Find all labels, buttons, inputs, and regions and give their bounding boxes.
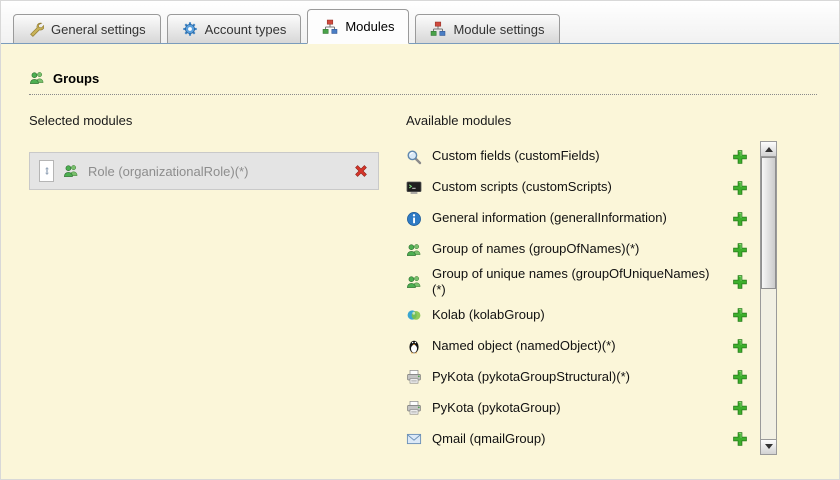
modules-icon <box>322 19 338 35</box>
plus-icon <box>732 307 748 323</box>
scroll-up-button[interactable] <box>760 141 777 157</box>
available-modules-list: Custom fields (customFields) Custom scri… <box>406 141 760 455</box>
modules-icon <box>430 21 446 37</box>
available-module-row: Custom fields (customFields) <box>406 141 760 172</box>
module-icon <box>406 149 422 165</box>
group-icon <box>29 70 45 86</box>
module-label: Custom fields (customFields) <box>432 148 600 164</box>
module-icon <box>406 211 422 227</box>
available-module-row: PyKota (pykotaGroup) <box>406 393 760 424</box>
plus-icon <box>732 400 748 416</box>
module-icon <box>63 163 79 179</box>
available-module-row: Named object (namedObject)(*) <box>406 331 760 362</box>
add-module-button[interactable] <box>732 274 748 290</box>
available-module-row: General information (generalInformation) <box>406 203 760 234</box>
module-label: Qmail (qmailGroup) <box>432 430 546 446</box>
section-title: Groups <box>29 70 817 95</box>
add-module-button[interactable] <box>732 242 748 258</box>
modules-columns: Selected modules Role (organizationalRol… <box>29 113 817 455</box>
add-module-button[interactable] <box>732 400 748 416</box>
module-icon <box>406 338 422 354</box>
module-icon <box>406 400 422 416</box>
modules-tab-content: Groups Selected modules Role (organizati… <box>1 44 839 455</box>
plus-icon <box>732 211 748 227</box>
wrench-icon <box>28 21 44 37</box>
tab-label: Module settings <box>453 21 545 37</box>
plus-icon <box>732 274 748 290</box>
module-label: Role (organizationalRole)(*) <box>88 163 249 179</box>
plus-icon <box>732 369 748 385</box>
scrollbar-thumb[interactable] <box>761 157 776 289</box>
available-modules-column: Available modules Custom fields (customF… <box>406 113 777 455</box>
tab-account-types[interactable]: Account types <box>166 14 302 43</box>
plus-icon <box>732 180 748 196</box>
add-module-button[interactable] <box>732 307 748 323</box>
arrow-down-icon <box>764 444 773 449</box>
module-label: PyKota (pykotaGroup) <box>432 399 561 415</box>
module-label: General information (generalInformation) <box>432 210 667 226</box>
tab-label: Account types <box>204 21 287 37</box>
module-icon <box>406 307 422 323</box>
selected-module-row: Role (organizationalRole)(*) <box>29 152 379 190</box>
add-module-button[interactable] <box>732 338 748 354</box>
available-module-row: Qmail (qmailGroup) <box>406 424 760 455</box>
selected-modules-column: Selected modules Role (organizationalRol… <box>29 113 379 455</box>
module-label: PyKota (pykotaGroupStructural)(*) <box>432 368 630 384</box>
tab-module-settings[interactable]: Module settings <box>415 14 560 43</box>
add-module-button[interactable] <box>732 149 748 165</box>
plus-icon <box>732 149 748 165</box>
module-label: Custom scripts (customScripts) <box>432 179 612 195</box>
available-modules-heading: Available modules <box>406 113 512 128</box>
add-module-button[interactable] <box>732 431 748 447</box>
selected-modules-heading: Selected modules <box>29 113 133 128</box>
tab-modules[interactable]: Modules <box>307 9 410 44</box>
add-module-button[interactable] <box>732 211 748 227</box>
module-icon <box>406 431 422 447</box>
drag-handle-icon <box>42 164 52 178</box>
tab-general-settings[interactable]: General settings <box>13 14 161 43</box>
selected-modules-list: Role (organizationalRole)(*) <box>29 152 379 190</box>
add-module-button[interactable] <box>732 180 748 196</box>
tab-label: Modules <box>345 19 395 34</box>
available-modules-wrap: Custom fields (customFields) Custom scri… <box>406 141 777 455</box>
drag-handle[interactable] <box>39 160 54 182</box>
module-label: Group of names (groupOfNames)(*) <box>432 241 640 257</box>
remove-module-button[interactable] <box>353 163 369 179</box>
arrow-up-icon <box>764 146 773 152</box>
plus-icon <box>732 338 748 354</box>
section-title-label: Groups <box>53 70 100 86</box>
module-icon <box>406 274 422 290</box>
settings-window: General settings Account types Modules M… <box>0 0 840 480</box>
gears-icon <box>182 21 198 37</box>
add-module-button[interactable] <box>732 369 748 385</box>
remove-icon <box>353 163 369 179</box>
available-module-row: Kolab (kolabGroup) <box>406 300 760 331</box>
tab-bar: General settings Account types Modules M… <box>1 1 839 44</box>
tab-label: General settings <box>51 21 146 37</box>
module-icon <box>406 369 422 385</box>
module-label: Named object (namedObject)(*) <box>432 337 616 353</box>
module-label: Kolab (kolabGroup) <box>432 306 545 322</box>
plus-icon <box>732 242 748 258</box>
scrollbar-track[interactable] <box>761 156 776 439</box>
available-module-row: Custom scripts (customScripts) <box>406 172 760 203</box>
module-label: Group of unique names (groupOfUniqueName… <box>432 266 710 298</box>
plus-icon <box>732 431 748 447</box>
scroll-down-button[interactable] <box>760 438 777 455</box>
available-module-row: Group of unique names (groupOfUniqueName… <box>406 265 760 300</box>
module-icon <box>406 242 422 258</box>
available-module-row: PyKota (pykotaGroupStructural)(*) <box>406 362 760 393</box>
scrollbar[interactable] <box>760 141 777 455</box>
module-icon <box>406 180 422 196</box>
available-module-row: Group of names (groupOfNames)(*) <box>406 234 760 265</box>
